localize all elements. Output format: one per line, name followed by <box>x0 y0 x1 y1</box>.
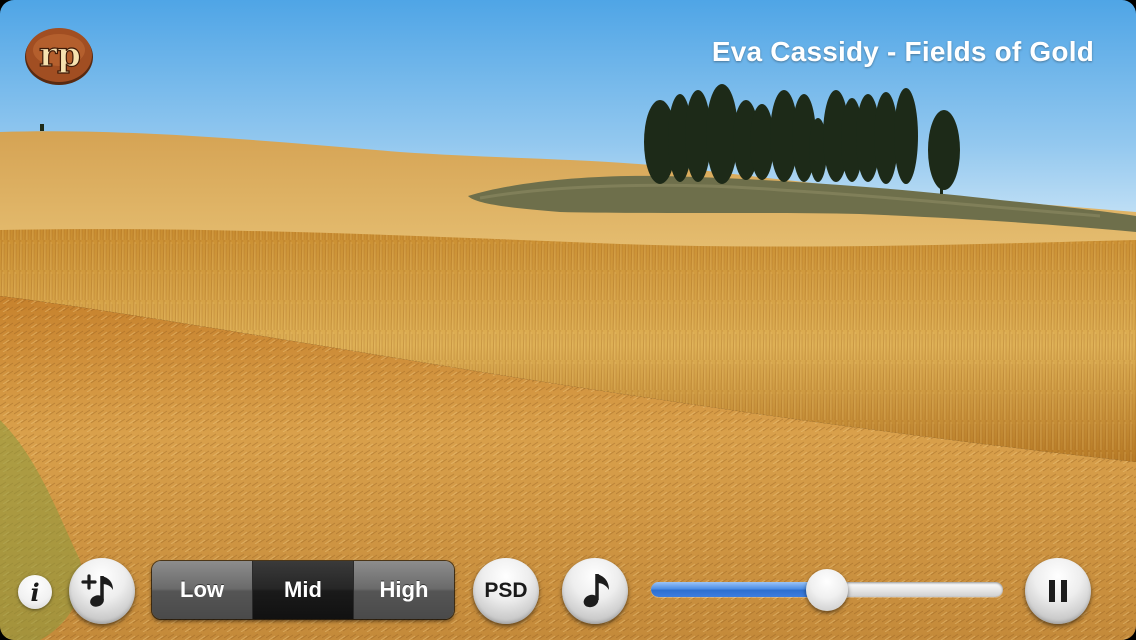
pause-button[interactable] <box>1025 558 1091 624</box>
pause-icon <box>1049 580 1067 602</box>
music-note-icon <box>583 574 609 608</box>
info-button[interactable]: i <box>18 575 52 609</box>
info-icon: i <box>30 577 40 607</box>
now-playing-title: Eva Cassidy - Fields of Gold <box>711 36 1094 67</box>
add-music-note-icon <box>81 574 113 607</box>
stream-quality-selector: Low Mid High <box>152 561 454 619</box>
add-song-button[interactable] <box>69 558 135 624</box>
quality-mid-option[interactable]: Mid <box>253 561 354 619</box>
quality-low-option[interactable]: Low <box>152 561 253 619</box>
quality-high-option[interactable]: High <box>354 561 454 619</box>
volume-fill <box>651 582 827 597</box>
logo-text: rp <box>39 35 81 75</box>
psd-label: PSD <box>484 579 528 602</box>
app-root: rp Eva Cassidy - Fields of Gold i Low Mi… <box>0 0 1136 640</box>
background-photo <box>0 0 1136 640</box>
radio-paradise-logo[interactable]: rp <box>24 26 94 86</box>
song-info-button[interactable] <box>562 558 628 624</box>
volume-thumb[interactable] <box>806 569 848 611</box>
psd-button[interactable]: PSD <box>473 558 539 624</box>
volume-slider[interactable] <box>651 569 1003 611</box>
